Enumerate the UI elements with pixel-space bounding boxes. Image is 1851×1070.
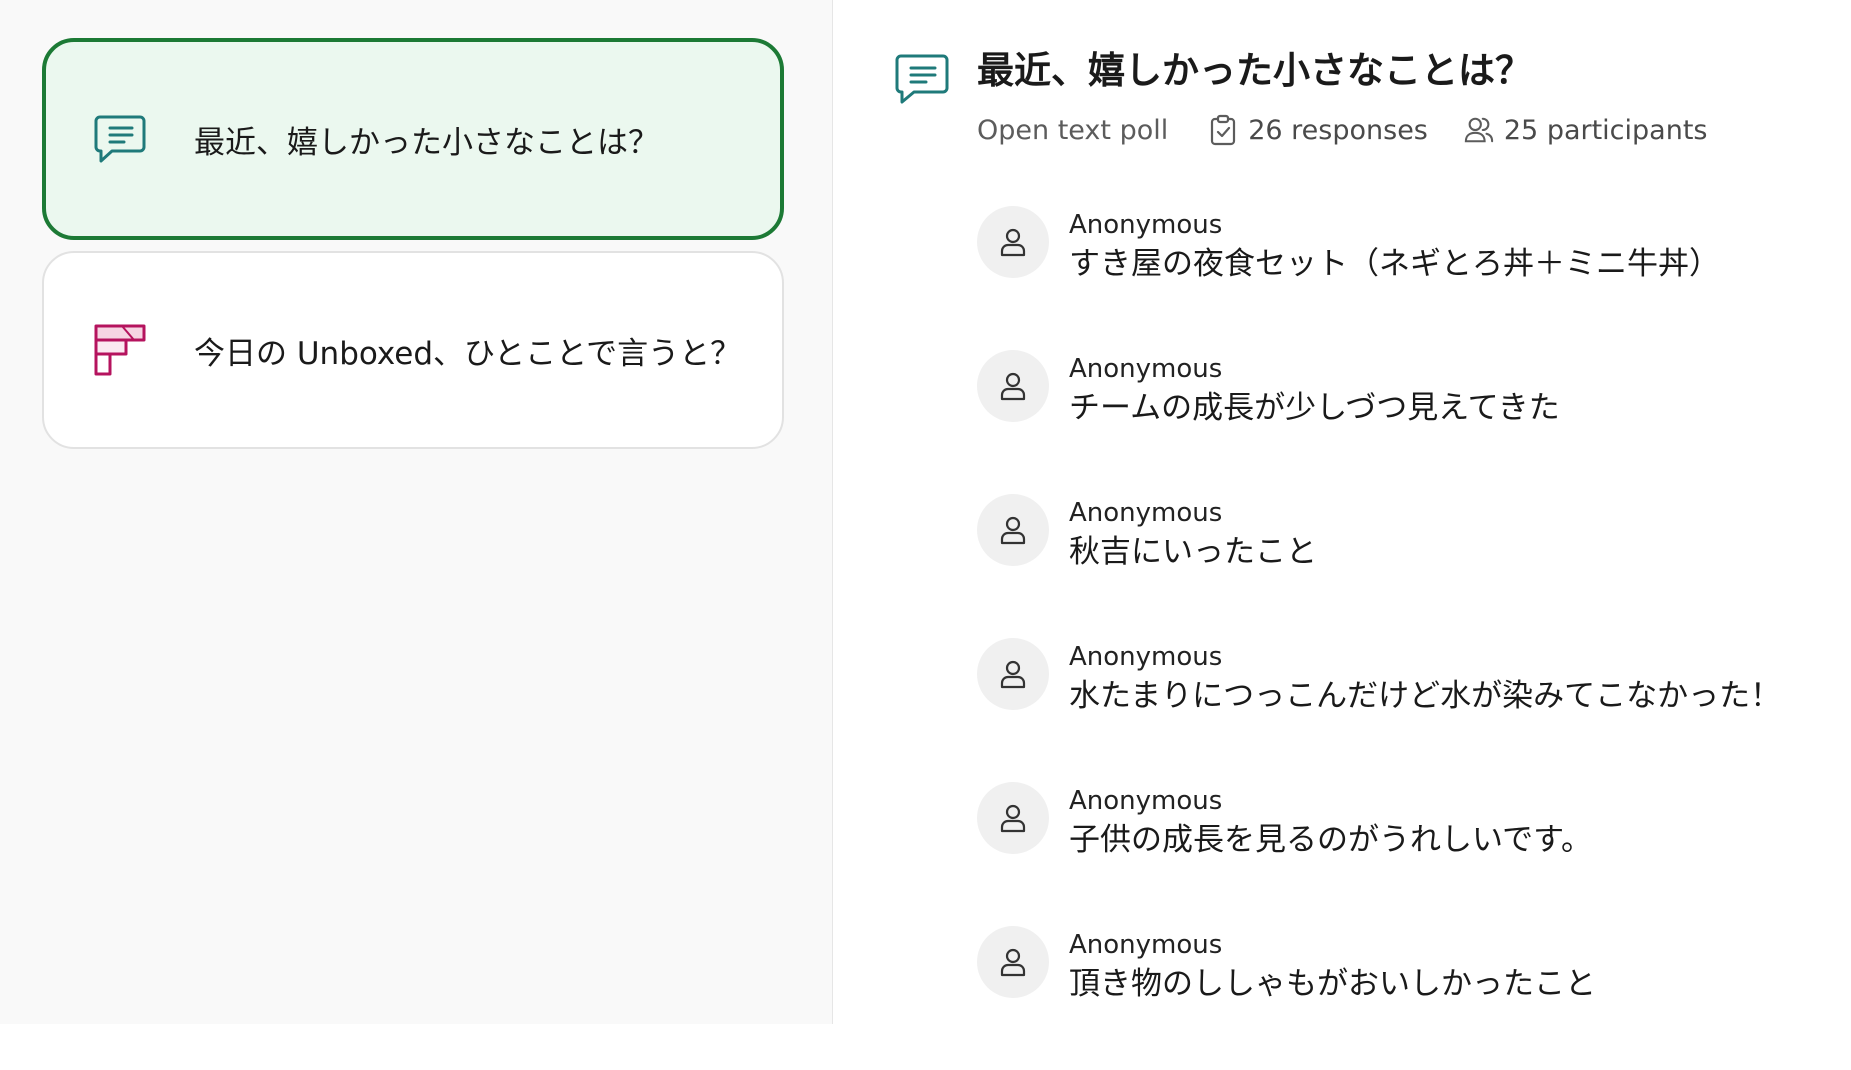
- poll-card-inactive[interactable]: 今日の Unboxed、ひとことで言うと？: [42, 251, 784, 449]
- poll-card-active[interactable]: 最近、嬉しかった小さなことは？: [42, 38, 784, 240]
- response-author: Anonymous: [1069, 210, 1223, 240]
- participants-count: 25 participants: [1503, 114, 1708, 146]
- response-text: 秋吉にいったこと: [1069, 534, 1317, 570]
- user-icon: [1000, 516, 1026, 545]
- list-item: Anonymous 子供の成長を見るのがうれしいです。: [977, 782, 1837, 926]
- response-author: Anonymous: [1069, 642, 1223, 672]
- response-author: Anonymous: [1069, 354, 1223, 384]
- response-list: Anonymous すき屋の夜食セット（ネギとろ丼＋ミニ牛丼） Anonymou…: [977, 206, 1837, 1070]
- participants-stat: 25 participants: [1464, 114, 1708, 146]
- list-item: Anonymous チームの成長が少しづつ見えてきた: [977, 350, 1837, 494]
- response-text: すき屋の夜食セット（ネギとろ丼＋ミニ牛丼）: [1069, 246, 1720, 282]
- response-text: チームの成長が少しづつ見えてきた: [1069, 390, 1560, 426]
- avatar: [977, 638, 1049, 710]
- responses-stat: 26 responses: [1208, 114, 1428, 146]
- avatar: [977, 206, 1049, 278]
- response-text: 子供の成長を見るのがうれしいです。: [1069, 822, 1592, 858]
- avatar: [977, 350, 1049, 422]
- poll-list-panel: 最近、嬉しかった小さなことは？ 今日の Unboxed、ひとことで言うと？: [0, 0, 833, 1024]
- poll-header: 最近、嬉しかった小さなことは？ Open text poll 26 respon…: [977, 40, 1743, 146]
- avatar: [977, 494, 1049, 566]
- responses-count: 26 responses: [1248, 114, 1428, 146]
- user-icon: [1000, 228, 1026, 257]
- poll-meta: Open text poll 26 responses 25 participa…: [977, 114, 1743, 146]
- user-icon: [1000, 660, 1026, 689]
- chat-bubble-icon: [94, 115, 146, 163]
- ranking-icon: [94, 324, 146, 376]
- response-text: 頂き物のししゃもがおいしかったこと: [1069, 966, 1596, 1002]
- user-icon: [1000, 804, 1026, 833]
- response-text: 水たまりにつっこんだけど水が染みてこなかった！: [1069, 678, 1782, 714]
- poll-type-label: Open text poll: [977, 114, 1169, 146]
- response-author: Anonymous: [1069, 498, 1223, 528]
- response-author: Anonymous: [1069, 786, 1223, 816]
- user-icon: [1000, 372, 1026, 401]
- poll-card-title: 最近、嬉しかった小さなことは？: [194, 124, 659, 161]
- list-item: Anonymous 水たまりにつっこんだけど水が染みてこなかった！: [977, 638, 1837, 782]
- page-title: 最近、嬉しかった小さなことは？: [977, 49, 1532, 92]
- users-icon: [1464, 117, 1494, 143]
- list-item: Anonymous 秋吉にいったこと: [977, 494, 1837, 638]
- clipboard-check-icon: [1211, 114, 1236, 146]
- chat-bubble-icon: [895, 54, 949, 104]
- list-item: Anonymous 頂き物のししゃもがおいしかったこと: [977, 926, 1837, 1070]
- response-author: Anonymous: [1069, 930, 1223, 960]
- list-item: Anonymous すき屋の夜食セット（ネギとろ丼＋ミニ牛丼）: [977, 206, 1837, 350]
- app-root: 最近、嬉しかった小さなことは？ 今日の Unboxed、ひとことで言うと？ 最近…: [0, 0, 1851, 1024]
- user-icon: [1000, 948, 1026, 977]
- poll-card-title: 今日の Unboxed、ひとことで言うと？: [194, 335, 742, 372]
- avatar: [977, 926, 1049, 998]
- avatar: [977, 782, 1049, 854]
